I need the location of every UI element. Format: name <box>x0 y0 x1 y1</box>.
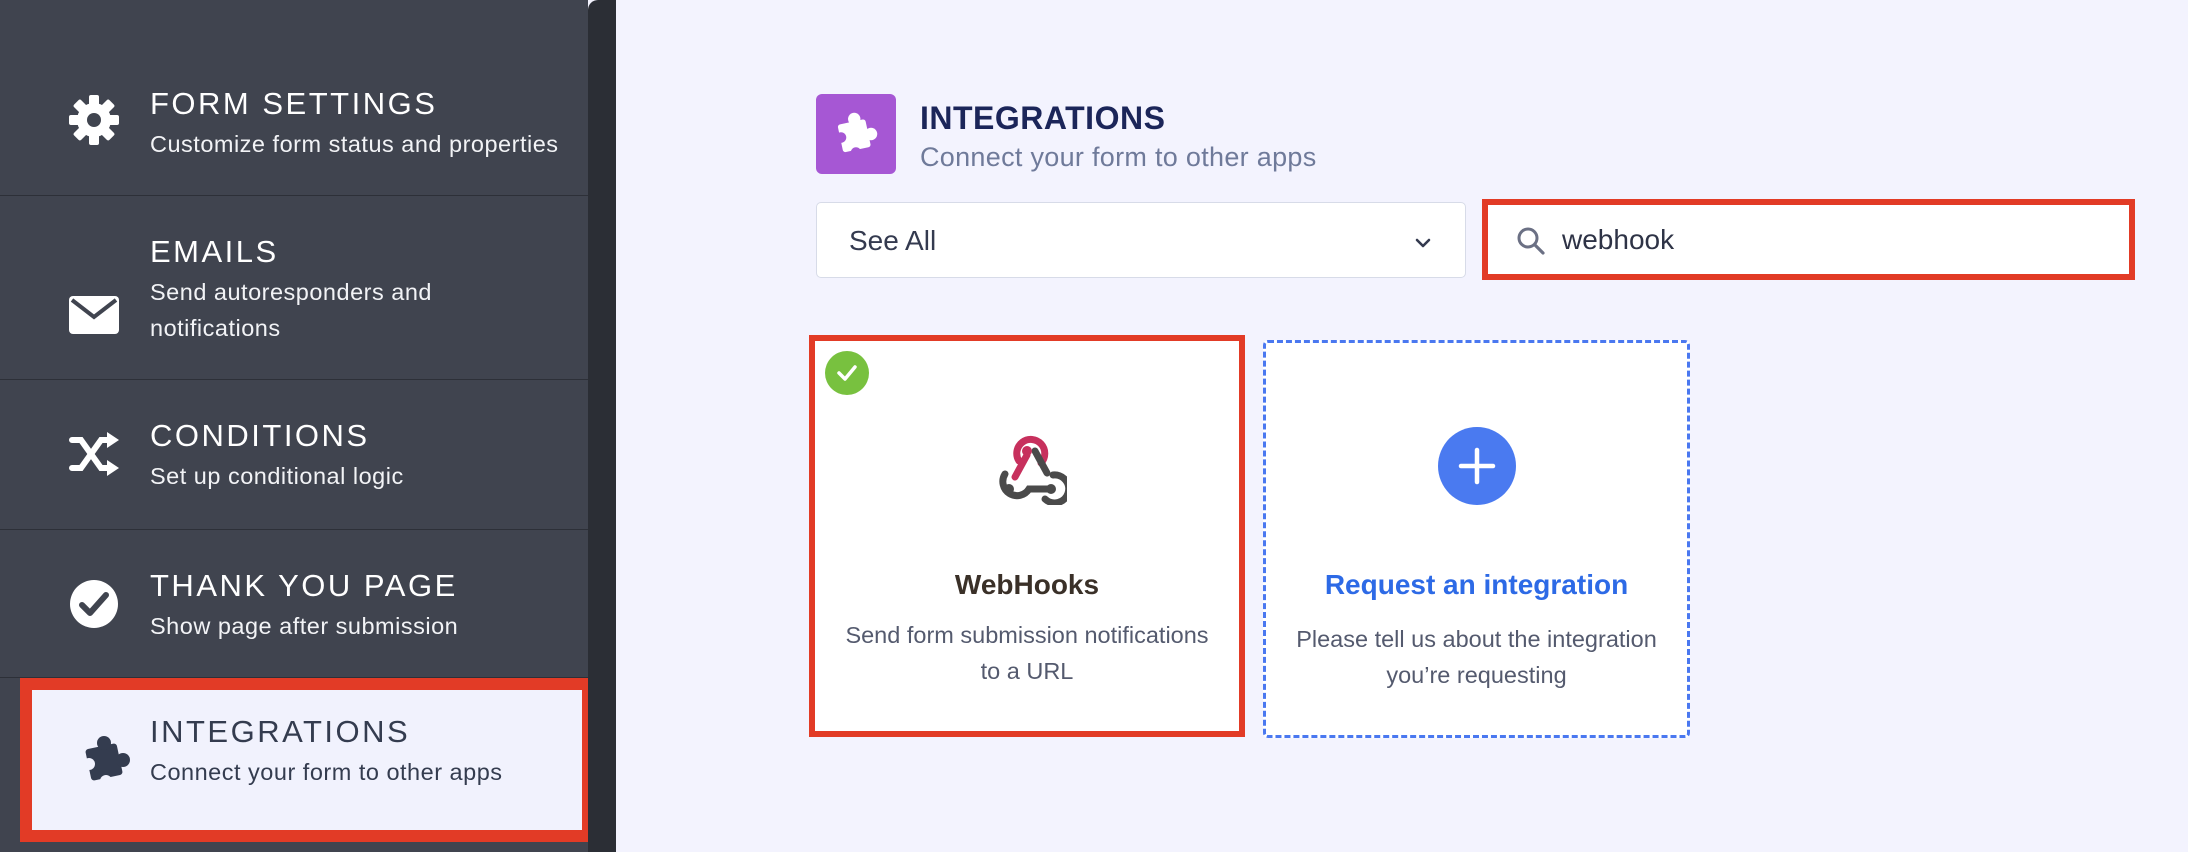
sidebar-item-subtitle: Connect your form to other apps <box>150 759 503 785</box>
sidebar-item-title: THANK YOU PAGE <box>150 568 458 603</box>
sidebar-item-form-settings[interactable]: FORM SETTINGS Customize form status and … <box>0 0 588 196</box>
sidebar-item-title: INTEGRATIONS <box>150 714 411 749</box>
page-title: INTEGRATIONS <box>920 100 1166 136</box>
plus-icon <box>1438 427 1516 505</box>
search-icon <box>1516 226 1546 256</box>
sidebar-item-conditions[interactable]: CONDITIONS Set up conditional logic <box>0 380 588 530</box>
connected-check-icon <box>825 351 869 395</box>
card-description: Send form submission notifications to a … <box>845 622 1209 684</box>
sidebar-item-subtitle: Show page after submission <box>150 613 459 639</box>
request-integration-card[interactable]: Request an integration Please tell us ab… <box>1263 340 1690 738</box>
card-title: WebHooks <box>954 569 1100 600</box>
app: FORM SETTINGS Customize form status and … <box>0 0 2188 852</box>
sidebar: FORM SETTINGS Customize form status and … <box>0 0 594 852</box>
shuffle-icon <box>66 426 122 482</box>
sidebar-item-subtitle: Customize form status and properties <box>150 131 559 157</box>
search-input[interactable] <box>1562 215 2102 265</box>
envelope-icon <box>66 287 122 343</box>
category-select-value: See All <box>849 225 937 256</box>
sidebar-item-subtitle: Set up conditional logic <box>150 463 404 489</box>
sidebar-scrollbar[interactable] <box>588 0 616 852</box>
check-circle-icon <box>66 576 122 632</box>
sidebar-item-subtitle: Send autoresponders and notifications <box>150 279 432 341</box>
highlight-box-integrations: INTEGRATIONS Connect your form to other … <box>20 678 594 842</box>
category-select[interactable]: See All <box>816 202 1466 278</box>
page-subtitle: Connect your form to other apps <box>920 142 1317 172</box>
sidebar-item-emails[interactable]: EMAILS Send autoresponders and notificat… <box>0 196 588 380</box>
request-integration-link[interactable]: Request an integration <box>1266 569 1687 601</box>
sidebar-item-thank-you-page[interactable]: THANK YOU PAGE Show page after submissio… <box>0 530 588 678</box>
sidebar-item-integrations[interactable]: INTEGRATIONS Connect your form to other … <box>32 690 582 830</box>
chevron-down-icon <box>1411 231 1435 255</box>
integration-card-webhooks[interactable]: WebHooks Send form submission notificati… <box>809 335 1245 737</box>
card-description: Please tell us about the integration you… <box>1296 626 1657 688</box>
puzzle-icon <box>816 94 896 174</box>
sidebar-item-title: FORM SETTINGS <box>150 86 438 121</box>
gear-icon <box>66 92 122 148</box>
search-box <box>1482 199 2135 280</box>
webhook-icon <box>989 431 1073 507</box>
sidebar-item-title: EMAILS <box>150 234 279 269</box>
sidebar-item-title: CONDITIONS <box>150 418 370 453</box>
puzzle-icon <box>78 732 134 788</box>
